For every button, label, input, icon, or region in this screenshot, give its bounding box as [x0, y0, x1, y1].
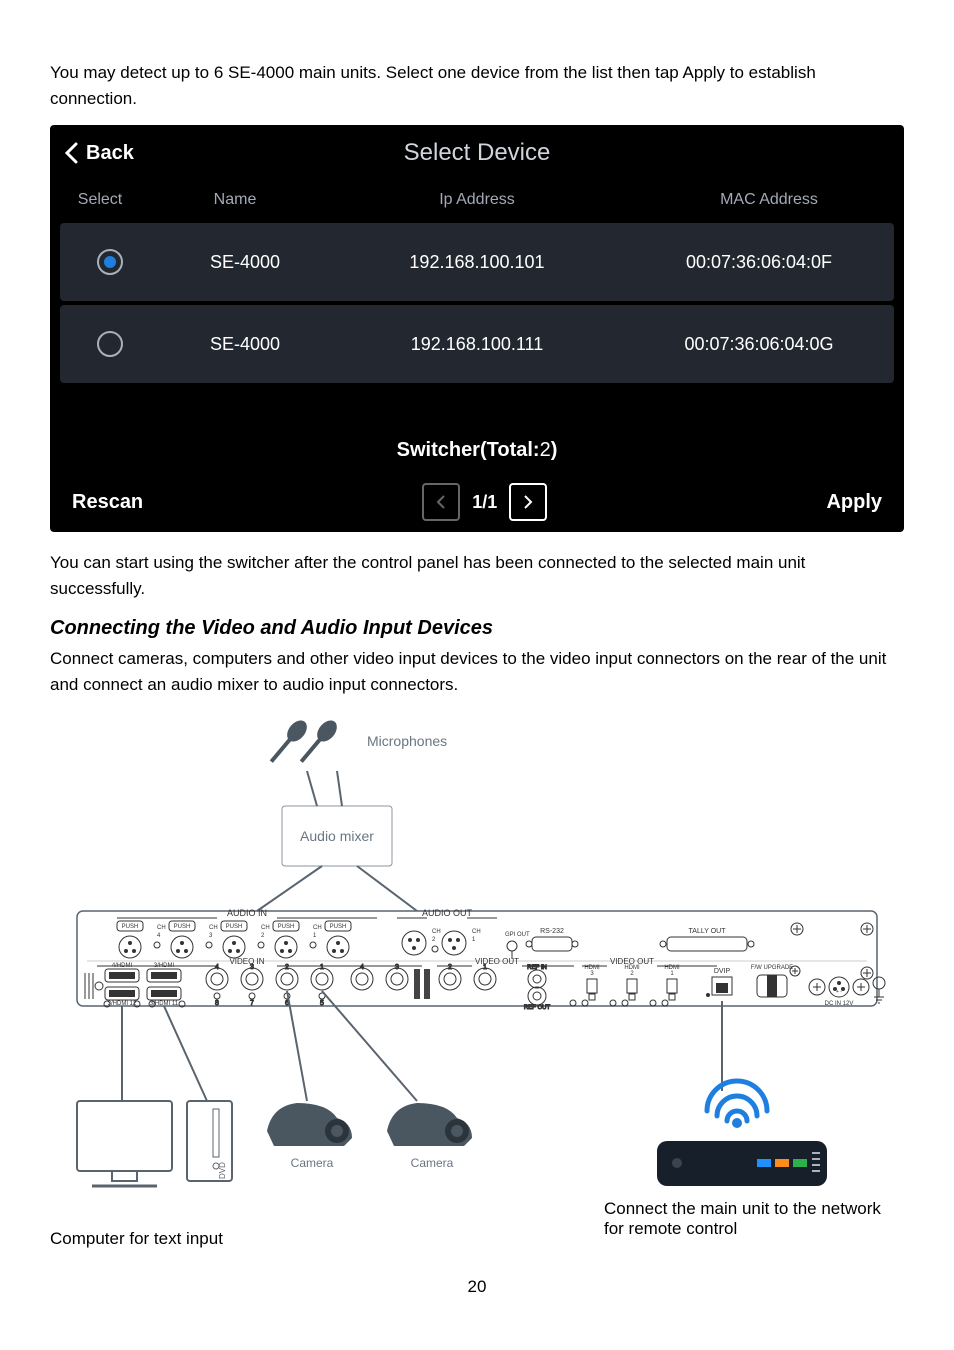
rescan-button[interactable]: Rescan — [50, 472, 165, 532]
camera-icon: Camera — [387, 1103, 472, 1170]
svg-text:Camera: Camera — [291, 1156, 334, 1170]
col-mac-header: MAC Address — [634, 191, 904, 209]
svg-text:5: 5 — [320, 1000, 324, 1007]
section-title: Connecting the Video and Audio Input Dev… — [50, 617, 904, 640]
after-panel-text: You can start using the switcher after t… — [50, 550, 904, 601]
audio-mixer-label: Audio mixer — [300, 828, 374, 844]
col-select-header: Select — [50, 191, 150, 209]
svg-text:CH: CH — [157, 925, 166, 931]
svg-text:7: 7 — [250, 1000, 254, 1007]
svg-text:GPI OUT: GPI OUT — [505, 932, 530, 938]
svg-text:3: 3 — [395, 964, 399, 971]
svg-text:CH: CH — [313, 925, 322, 931]
svg-text:4: 4 — [360, 964, 364, 971]
page-indicator: 1/1 — [472, 492, 497, 513]
radio-selected-icon[interactable] — [97, 249, 123, 275]
svg-text:CH: CH — [432, 929, 441, 935]
switcher-total: Switcher(Total:2) — [50, 427, 904, 472]
svg-text:CH: CH — [472, 929, 481, 935]
connection-diagram: Microphones Audio mixer AUDIO IN AUDIO O… — [50, 711, 904, 1241]
note-computer: Computer for text input — [50, 1229, 223, 1249]
svg-text:TALLY OUT: TALLY OUT — [689, 928, 727, 935]
router-icon — [657, 1081, 827, 1186]
device-row[interactable]: SE-4000 192.168.100.101 00:07:36:06:04:0… — [60, 223, 894, 301]
svg-text:AUDIO OUT: AUDIO OUT — [422, 908, 473, 918]
svg-text:+ -: + - — [836, 989, 842, 995]
svg-text:REF OUT: REF OUT — [524, 1005, 551, 1011]
chevron-right-icon — [523, 494, 533, 510]
svg-text:VIDEO OUT: VIDEO OUT — [475, 957, 519, 966]
select-device-panel: Back Select Device Select Name Ip Addres… — [50, 125, 904, 532]
svg-text:DC IN 12V: DC IN 12V — [825, 1001, 854, 1007]
device-mac: 00:07:36:06:04:0F — [624, 252, 894, 273]
svg-text:CH: CH — [209, 925, 218, 931]
chevron-left-icon — [436, 494, 446, 510]
next-page-button[interactable] — [509, 483, 547, 521]
svg-text:4/HDMI: 4/HDMI — [112, 963, 133, 969]
chevron-left-icon — [64, 142, 78, 164]
svg-text:Camera: Camera — [411, 1156, 454, 1170]
svg-text:F/W UPGRADE: F/W UPGRADE — [751, 965, 793, 971]
pager: 1/1 — [165, 483, 804, 521]
col-name-header: Name — [150, 191, 320, 209]
svg-text:RS-232: RS-232 — [540, 928, 564, 935]
svg-text:DVIP: DVIP — [714, 968, 731, 975]
column-headers: Select Name Ip Address MAC Address — [50, 181, 904, 219]
svg-text:1: 1 — [320, 964, 324, 971]
microphones-label: Microphones — [367, 733, 447, 749]
svg-text:CH: CH — [261, 925, 270, 931]
panel-title: Select Device — [50, 139, 904, 167]
back-label: Back — [86, 142, 134, 165]
computer-icon: DVD — [187, 1101, 232, 1181]
panel-header: Back Select Device — [50, 125, 904, 181]
svg-text:PUSH: PUSH — [174, 924, 191, 930]
back-button[interactable]: Back — [50, 142, 134, 165]
device-name: SE-4000 — [160, 252, 330, 273]
svg-text:4: 4 — [215, 964, 219, 971]
svg-text:PUSH: PUSH — [226, 924, 243, 930]
device-mac: 00:07:36:06:04:0G — [624, 334, 894, 355]
section-body: Connect cameras, computers and other vid… — [50, 646, 904, 697]
svg-text:AUDIO IN: AUDIO IN — [227, 908, 267, 918]
svg-text:8: 8 — [215, 1000, 219, 1007]
note-network: Connect the main unit to the network for… — [604, 1199, 904, 1249]
svg-text:1: 1 — [483, 964, 487, 971]
svg-text:PUSH: PUSH — [330, 924, 347, 930]
apply-button[interactable]: Apply — [804, 472, 904, 532]
svg-text:PUSH: PUSH — [122, 924, 139, 930]
device-name: SE-4000 — [160, 334, 330, 355]
svg-text:DVD: DVD — [218, 1162, 227, 1179]
radio-unselected-icon[interactable] — [97, 331, 123, 357]
device-ip: 192.168.100.101 — [330, 252, 624, 273]
svg-text:2: 2 — [285, 964, 289, 971]
camera-icon: Camera — [267, 1103, 352, 1170]
device-row[interactable]: SE-4000 192.168.100.111 00:07:36:06:04:0… — [60, 305, 894, 383]
intro-text: You may detect up to 6 SE-4000 main unit… — [50, 60, 904, 111]
svg-text:VIDEO IN: VIDEO IN — [229, 957, 264, 966]
svg-text:3/HDMI: 3/HDMI — [154, 963, 175, 969]
device-ip: 192.168.100.111 — [330, 334, 624, 355]
svg-text:PUSH: PUSH — [278, 924, 295, 930]
page-number: 20 — [50, 1277, 904, 1297]
panel-footer: Rescan 1/1 Apply — [50, 472, 904, 532]
svg-text:2: 2 — [448, 964, 452, 971]
prev-page-button[interactable] — [422, 483, 460, 521]
col-ip-header: Ip Address — [320, 191, 634, 209]
svg-text:3: 3 — [250, 964, 254, 971]
monitor-icon — [77, 1101, 172, 1186]
